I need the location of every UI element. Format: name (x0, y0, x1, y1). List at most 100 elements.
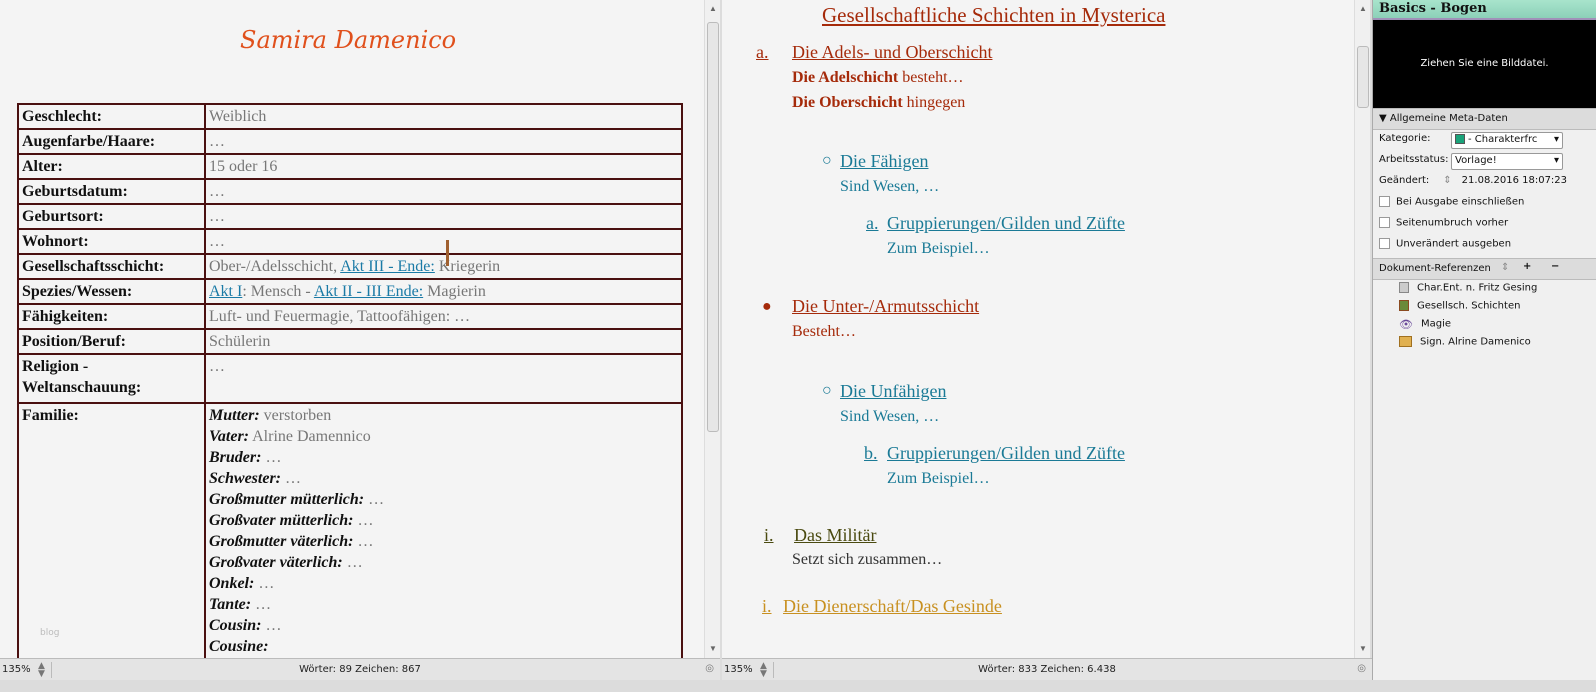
row-label: Religion - Weltanschauung: (17, 353, 206, 404)
triangle-down-icon: ▼ (1379, 113, 1390, 124)
row-label: Geburtsdatum: (17, 178, 206, 205)
category-select[interactable]: - Charakterfrc ▾ (1451, 132, 1563, 149)
reference-item[interactable]: Sign. Alrine Damenico (1373, 334, 1596, 352)
row-value[interactable]: 15 oder 16 (204, 153, 683, 180)
document-icon (1399, 282, 1409, 293)
text: Zum Beispiel… (887, 470, 990, 487)
image-document-icon (1399, 300, 1409, 311)
relation: Tante: (209, 596, 252, 613)
scroll-down-icon[interactable]: ▼ (1355, 644, 1371, 653)
table-row: Wohnort:… (17, 228, 683, 255)
family-entry: Cousine: (209, 636, 678, 657)
checkbox[interactable] (1379, 238, 1390, 249)
row-label: Alter: (17, 153, 206, 180)
family-entry: Schwester: … (209, 468, 678, 489)
row-label: Position/Beruf: (17, 328, 206, 355)
row-label: Geschlecht: (17, 103, 206, 130)
remove-reference-button[interactable]: − (1551, 261, 1559, 272)
left-editor[interactable]: Samira Damenico Geschlecht: Weiblich Augen… (0, 0, 704, 658)
row-value[interactable]: Schülerin (204, 328, 683, 355)
relation: Großmutter väterlich: (209, 533, 354, 550)
add-reference-button[interactable]: + (1523, 261, 1531, 272)
target-icon[interactable]: ◎ (1357, 663, 1366, 674)
reference-item[interactable]: Char.Ent. n. Fritz Gesing (1373, 280, 1596, 298)
text-cursor (446, 240, 449, 266)
checkbox-unchanged[interactable]: Unverändert ausgeben (1373, 235, 1596, 256)
value: Kriegerin (434, 258, 501, 275)
value: Magierin (423, 283, 486, 300)
scroll-down-icon[interactable]: ▼ (705, 644, 721, 653)
value: … (254, 575, 275, 592)
heading-militaer: Das Militär (794, 525, 877, 545)
row-value[interactable]: Ober-/Adelsschicht, Akt III - Ende: Krie… (204, 253, 683, 280)
row-value[interactable]: … (204, 128, 683, 155)
value: … (209, 133, 225, 150)
value: … (209, 208, 225, 225)
relation: Großvater mütterlich: (209, 512, 354, 529)
relation: Cousin: (209, 617, 262, 634)
sort-icon[interactable]: ⇕ (1501, 262, 1509, 273)
relation: Cousine: (209, 638, 269, 655)
scroll-thumb[interactable] (1357, 46, 1369, 108)
row-value[interactable]: … (204, 178, 683, 205)
value: … (353, 512, 374, 529)
text: besteht… (898, 69, 964, 86)
row-value[interactable]: … (204, 228, 683, 255)
right-editor[interactable]: Gesellschaftliche Schichten in Mysterica… (722, 0, 1354, 658)
checkbox-include[interactable]: Bei Ausgabe einschließen (1373, 193, 1596, 214)
reference-label: Char.Ent. n. Fritz Gesing (1417, 282, 1538, 294)
table-row-family: Familie: Mutter: verstorben Vater: Alrine … (17, 402, 683, 658)
text: hingegen (902, 94, 966, 111)
left-scrollbar[interactable]: ▲ ▼ (704, 0, 720, 658)
meta-section-header[interactable]: ▼ Allgemeine Meta-Daten (1373, 108, 1596, 130)
status-select[interactable]: Vorlage! ▾ (1451, 153, 1563, 170)
references-header: Dokument-Referenzen ⇕ + − (1373, 258, 1596, 280)
right-scrollbar[interactable]: ▲ ▼ (1354, 0, 1370, 658)
row-value[interactable]: Weiblich (204, 103, 683, 130)
checkbox-label: Bei Ausgabe einschließen (1396, 196, 1525, 208)
table-row: Position/Beruf: Schülerin (17, 328, 683, 355)
family-entry: Großmutter mütterlich: … (209, 489, 678, 510)
relation: Mutter: (209, 407, 260, 424)
table-row: Alter: 15 oder 16 (17, 153, 683, 180)
eye-icon: 👁 (1399, 318, 1413, 331)
value: … (261, 449, 282, 466)
table-row: Gesellschaftsschicht: Ober-/Adelsschicht,… (17, 253, 683, 280)
row-value[interactable]: Mutter: verstorben Vater: Alrine Damennic… (204, 402, 683, 658)
row-value[interactable]: Luft- und Feuermagie, Tattoofähigen: … (204, 303, 683, 330)
family-entry: Tante: … (209, 594, 678, 615)
scroll-up-icon[interactable]: ▲ (705, 4, 721, 13)
stepper-icon[interactable]: ⇕ (1443, 175, 1451, 186)
row-value[interactable]: Akt I: Mensch - Akt II - III Ende: Magie… (204, 278, 683, 305)
link[interactable]: Akt II - III Ende: (314, 283, 423, 300)
reference-item[interactable]: 👁 Magie (1373, 316, 1596, 334)
checkbox[interactable] (1379, 196, 1390, 207)
label: Kategorie: (1379, 133, 1431, 144)
character-table: Geschlecht: Weiblich Augenfarbe/Haare:… Alt… (17, 103, 683, 658)
relation: Schwester: (209, 470, 281, 487)
text: Besteht… (792, 323, 856, 340)
target-icon[interactable]: ◎ (705, 663, 714, 674)
marker: i. (764, 525, 774, 545)
scroll-thumb[interactable] (707, 22, 719, 432)
value: … (342, 554, 363, 571)
document-title: Samira Damenico (240, 26, 457, 54)
scroll-up-icon[interactable]: ▲ (1355, 4, 1371, 13)
checkbox-pagebreak[interactable]: Seitenumbruch vorher (1373, 214, 1596, 235)
value: Weiblich (209, 108, 267, 125)
value: … (209, 233, 225, 250)
select-value: Vorlage! (1455, 155, 1497, 166)
row-value[interactable]: … (204, 203, 683, 230)
family-entry: Vater: Alrine Damennico (209, 426, 678, 447)
reference-item[interactable]: Gesellsch. Schichten (1373, 298, 1596, 316)
heading-faehige: Die Fähigen (840, 151, 929, 171)
link[interactable]: Akt I (209, 283, 242, 300)
row-value[interactable]: … (204, 353, 683, 404)
inspector: Basics - Bogen Ziehen Sie eine Bilddatei… (1372, 0, 1596, 680)
marker: a. (756, 42, 769, 62)
checkbox[interactable] (1379, 217, 1390, 228)
image-drop-area[interactable]: Ziehen Sie eine Bilddatei. (1373, 20, 1596, 108)
family-entry: Großmutter väterlich: … (209, 531, 678, 552)
link[interactable]: Akt III - Ende: (340, 258, 435, 275)
select-value: - Charakterfrc (1468, 134, 1538, 145)
